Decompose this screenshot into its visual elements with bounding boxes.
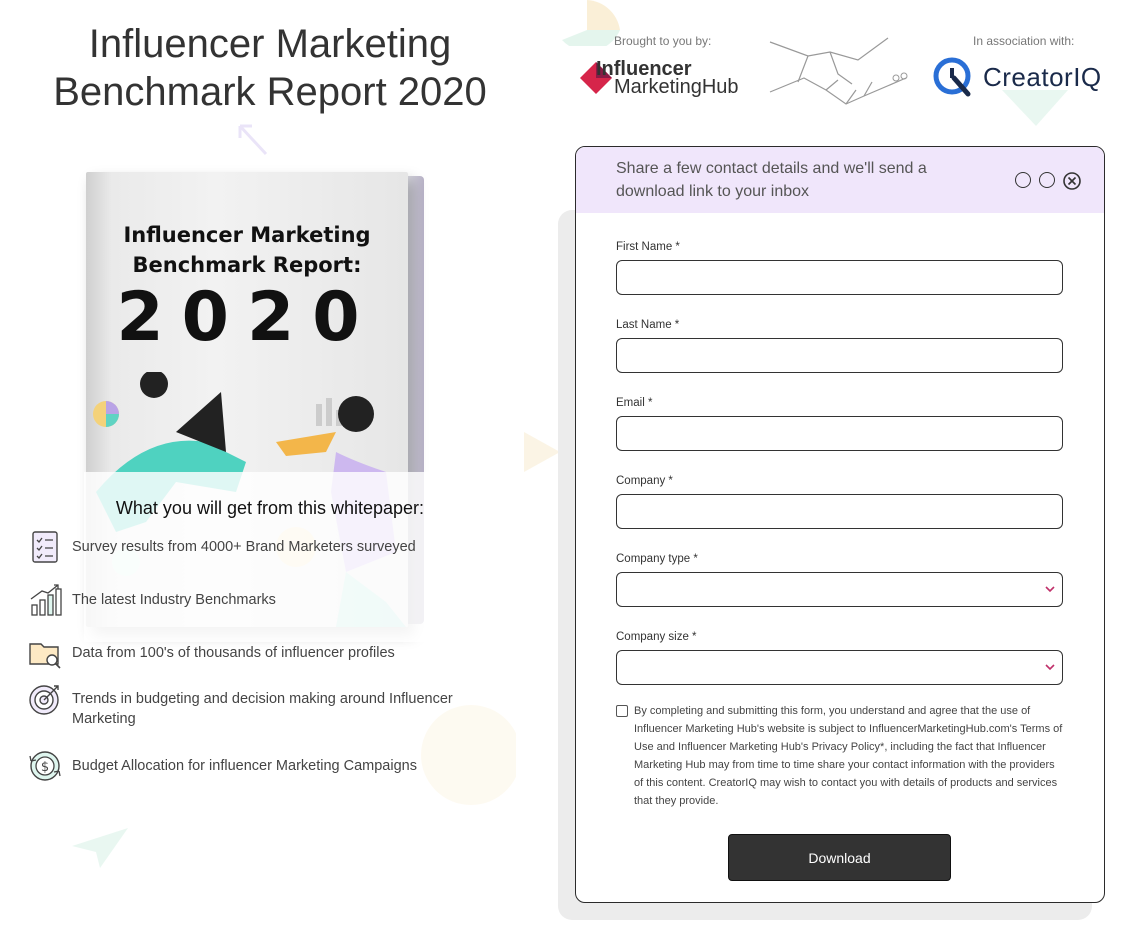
benefits-heading: What you will get from this whitepaper: bbox=[115, 498, 425, 518]
background-triangle-decoration bbox=[524, 432, 560, 472]
email-field[interactable] bbox=[616, 416, 1063, 451]
page-title: Influencer Marketing Benchmark Report 20… bbox=[30, 20, 510, 116]
company-size-label: Company size * bbox=[616, 631, 697, 643]
background-paper-plane-decoration bbox=[72, 828, 128, 868]
benefit-item: Data from 100's of thousands of influenc… bbox=[28, 636, 488, 670]
benefit-text: Trends in budgeting and decision making … bbox=[72, 691, 453, 727]
benefit-item: Trends in budgeting and decision making … bbox=[28, 682, 488, 729]
form-header-text: Share a few contact details and we'll se… bbox=[616, 160, 927, 200]
creatoriq-logo-text[interactable]: CreatorIQ bbox=[983, 62, 1102, 93]
window-maximize-icon[interactable] bbox=[1039, 172, 1055, 188]
book-cover-title-line-2: Benchmark Report: bbox=[132, 253, 362, 277]
first-name-label: First Name * bbox=[616, 241, 680, 253]
handshake-illustration bbox=[769, 37, 908, 105]
download-form-card: Share a few contact details and we'll se… bbox=[575, 146, 1105, 903]
benefit-text: Budget Allocation for influencer Marketi… bbox=[72, 758, 417, 774]
consent-text: By completing and submitting this form, … bbox=[634, 705, 1063, 807]
email-label: Email * bbox=[616, 397, 653, 409]
imh-logo-line-2: MarketingHub bbox=[614, 76, 739, 98]
bar-chart-growth-icon bbox=[30, 584, 62, 616]
download-button[interactable]: Download bbox=[728, 834, 951, 881]
book-cover-title-line-1: Influencer Marketing bbox=[123, 223, 371, 247]
first-name-field[interactable] bbox=[616, 260, 1063, 295]
background-arrow-decoration bbox=[238, 124, 268, 156]
page-title-line-2: Benchmark Report 2020 bbox=[53, 70, 487, 114]
in-association-label: In association with: bbox=[973, 34, 1075, 48]
company-type-label: Company type * bbox=[616, 553, 698, 565]
target-icon bbox=[29, 685, 59, 715]
chevron-down-icon bbox=[1045, 664, 1055, 671]
benefit-item: Survey results from 4000+ Brand Marketer… bbox=[28, 530, 488, 564]
creatoriq-q-icon bbox=[933, 57, 971, 97]
last-name-label: Last Name * bbox=[616, 319, 680, 331]
benefit-item: $ Budget Allocation for influencer Marke… bbox=[28, 749, 488, 783]
benefit-text: The latest Industry Benchmarks bbox=[72, 592, 276, 608]
brought-to-you-label: Brought to you by: bbox=[614, 34, 712, 48]
form-header: Share a few contact details and we'll se… bbox=[576, 147, 1104, 213]
benefit-text: Survey results from 4000+ Brand Marketer… bbox=[72, 539, 416, 555]
company-field[interactable] bbox=[616, 494, 1063, 529]
window-minimize-icon[interactable] bbox=[1015, 172, 1031, 188]
benefit-text: Data from 100's of thousands of influenc… bbox=[72, 645, 395, 661]
folder-search-icon bbox=[29, 643, 61, 669]
dollar-cycle-icon: $ bbox=[29, 751, 61, 781]
consent-checkbox[interactable] bbox=[616, 705, 628, 717]
svg-text:$: $ bbox=[41, 760, 49, 775]
book-cover-title: Influencer Marketing Benchmark Report: bbox=[86, 220, 408, 280]
benefit-item: The latest Industry Benchmarks bbox=[28, 583, 488, 617]
background-pie-decoration bbox=[562, 0, 620, 46]
chevron-down-icon bbox=[1045, 586, 1055, 593]
book-cover-year: 2020 bbox=[116, 278, 378, 357]
company-type-select[interactable] bbox=[616, 572, 1063, 607]
last-name-field[interactable] bbox=[616, 338, 1063, 373]
company-size-select[interactable] bbox=[616, 650, 1063, 685]
page-title-line-1: Influencer Marketing bbox=[88, 22, 452, 66]
close-icon[interactable] bbox=[1063, 172, 1081, 190]
survey-checklist-icon bbox=[32, 531, 58, 563]
company-label: Company * bbox=[616, 475, 673, 487]
background-triangle-decoration-right bbox=[1002, 90, 1068, 126]
